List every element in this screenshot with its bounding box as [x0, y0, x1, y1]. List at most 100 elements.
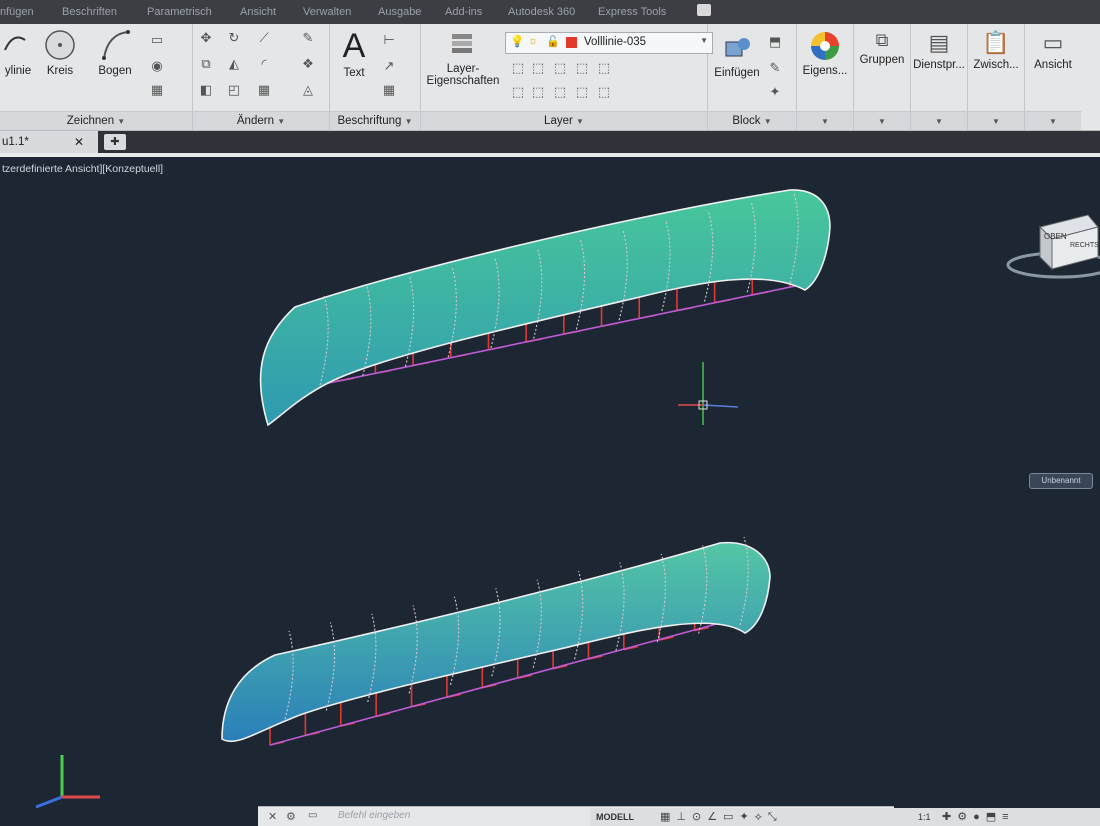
close-icon[interactable]: ✕ — [74, 131, 84, 153]
leader-icon[interactable]: ↗ — [380, 58, 398, 74]
layer-tool-icon[interactable]: ⬚ — [573, 60, 591, 76]
clipboard-icon: 📋 — [982, 30, 1010, 55]
viewcube-top-label: OBEN — [1044, 232, 1067, 241]
rectangle-icon[interactable]: ▭ — [148, 32, 166, 48]
array-icon[interactable]: ▦ — [255, 82, 273, 98]
tab-beschriften[interactable]: Beschriften — [62, 6, 117, 18]
hatch-icon[interactable]: ◉ — [148, 58, 166, 74]
gruppen-button[interactable]: ⧉ Gruppen — [854, 30, 910, 66]
layer-tool-icon[interactable]: ⬚ — [529, 84, 547, 100]
tab-ansicht[interactable]: Ansicht — [240, 6, 276, 18]
panel-title-ansicht[interactable]: ▼ — [1025, 111, 1081, 130]
region-icon[interactable]: ▦ — [148, 82, 166, 98]
layer-tool-icon[interactable]: ⬚ — [595, 84, 613, 100]
text-icon: A — [342, 27, 366, 65]
edit-block-icon[interactable]: ✎ — [766, 60, 784, 76]
lock-icon: 🔓 — [546, 36, 560, 48]
layer-tool-icon[interactable]: ⬚ — [509, 60, 527, 76]
dimension-icon[interactable]: ⊢ — [380, 32, 398, 48]
status-toggle-icons[interactable]: ▦⊥⊙∠▭✦⟡⤡ — [660, 810, 783, 824]
stretch-icon[interactable]: ◧ — [197, 82, 215, 98]
command-input[interactable]: Befehl eingeben — [338, 810, 410, 821]
ribbon: ylinie Kreis Bogen ▭ ◉ ▦ Zeichnen ▼ ✥ ↻ … — [0, 24, 1100, 131]
command-history-icon[interactable]: ▭ — [308, 810, 317, 821]
polyline-icon — [4, 36, 26, 51]
view-icon: ▭ — [1042, 30, 1064, 55]
viewcube[interactable]: OBEN RECHTS — [1006, 214, 1100, 279]
layer-tool-icon[interactable]: ⬚ — [551, 84, 569, 100]
offset-icon[interactable]: ◬ — [299, 82, 317, 98]
layer-tool-icon[interactable]: ⬚ — [595, 60, 613, 76]
drawing-viewport[interactable]: tzerdefinierte Ansicht][Konzeptuell] OBE… — [0, 157, 1100, 826]
panel-title-beschriftung[interactable]: Beschriftung ▼ — [330, 111, 420, 130]
attribute-icon[interactable]: ✦ — [766, 84, 784, 100]
close-icon[interactable]: ✕ — [268, 810, 277, 823]
annotation-scale[interactable]: 1:1 — [918, 812, 931, 822]
workspace-icons[interactable]: ✚⚙●⬒≡ — [942, 810, 1015, 823]
insert-block-icon — [725, 38, 750, 57]
circle-icon — [45, 30, 75, 60]
panel-title-layer[interactable]: Layer ▼ — [421, 111, 707, 130]
explode-icon[interactable]: ❖ — [299, 56, 317, 72]
mirror-icon[interactable]: ◭ — [225, 56, 243, 72]
layer-tool-icon[interactable]: ⬚ — [509, 84, 527, 100]
trim-icon[interactable]: ⟋ — [255, 30, 273, 46]
hull-lower[interactable] — [221, 536, 771, 746]
panel-title-aendern[interactable]: Ändern ▼ — [193, 111, 329, 130]
layer-tool-icon[interactable]: ⬚ — [529, 60, 547, 76]
panel-eigenschaften: Eigens... ▼ — [797, 24, 854, 130]
eigenschaften-button[interactable]: Eigens... — [797, 30, 853, 77]
wcs-menu[interactable]: Unbenannt — [1029, 473, 1093, 489]
layer-dropdown[interactable]: 💡 ☼ 🔓 Volllinie-035 ▼ — [505, 32, 713, 54]
ucs-axis-icon — [35, 755, 100, 809]
calculator-icon: ▤ — [928, 30, 950, 55]
zwischenablage-button[interactable]: 📋 Zwisch... — [968, 30, 1024, 71]
erase-icon[interactable]: ✎ — [299, 30, 317, 46]
panel-title-dienstprogramme[interactable]: ▼ — [911, 111, 967, 130]
tab-verwalten[interactable]: Verwalten — [303, 6, 351, 18]
scale-icon[interactable]: ◰ — [225, 82, 243, 98]
ribbon-minimize-icon[interactable] — [697, 4, 711, 16]
tab-expresstools[interactable]: Express Tools — [598, 6, 666, 18]
new-tab-button[interactable]: ✚ — [104, 134, 126, 150]
text-button[interactable]: A Text — [336, 28, 372, 79]
tab-einfuegen[interactable]: nfügen — [0, 6, 34, 18]
hull-upper[interactable] — [259, 189, 831, 427]
model-tab[interactable]: MODELL — [596, 812, 634, 822]
layer-tool-icon[interactable]: ⬚ — [573, 84, 591, 100]
polyline-button[interactable]: ylinie — [0, 28, 36, 77]
status-bar: MODELL ▦⊥⊙∠▭✦⟡⤡ 1:1 ✚⚙●⬒≡ — [590, 808, 1100, 826]
copy-icon[interactable]: ⧉ — [197, 56, 215, 72]
tab-addins[interactable]: Add-ins — [445, 6, 482, 18]
panel-title-gruppen[interactable]: ▼ — [854, 111, 910, 130]
panel-title-zeichnen[interactable]: Zeichnen ▼ — [0, 111, 192, 130]
einfuegen-button[interactable]: Einfügen — [712, 34, 762, 79]
rotate-icon[interactable]: ↻ — [225, 30, 243, 46]
crosshair-cursor — [678, 362, 739, 425]
panel-beschriftung: A Text ⊢ ↗ ▦ Beschriftung ▼ — [330, 24, 421, 130]
panel-title-block[interactable]: Block ▼ — [708, 111, 796, 130]
lightbulb-icon: 💡 — [510, 36, 525, 48]
layer-properties-button[interactable]: Layer- Eigenschaften — [423, 30, 503, 87]
tab-autodesk360[interactable]: Autodesk 360 — [508, 6, 575, 18]
ansicht-button[interactable]: ▭ Ansicht — [1025, 30, 1081, 71]
document-tab[interactable]: u1.1* ✕ — [0, 131, 98, 153]
wrench-icon[interactable]: ⚙ — [286, 810, 296, 823]
hull-lower-surface — [221, 541, 771, 743]
table-icon[interactable]: ▦ — [380, 82, 398, 98]
document-tab-bar: u1.1* ✕ ✚ — [0, 131, 1100, 153]
create-block-icon[interactable]: ⬒ — [766, 34, 784, 50]
tab-ausgabe[interactable]: Ausgabe — [378, 6, 421, 18]
kreis-button[interactable]: Kreis — [40, 28, 80, 77]
move-icon[interactable]: ✥ — [197, 30, 215, 46]
viewcube-right-label: RECHTS — [1070, 242, 1099, 249]
tab-parametrisch[interactable]: Parametrisch — [147, 6, 212, 18]
layer-tool-icon[interactable]: ⬚ — [551, 60, 569, 76]
dienstprogramme-button[interactable]: ▤ Dienstpr... — [911, 30, 967, 71]
bogen-button[interactable]: Bogen — [92, 28, 138, 77]
panel-block: Einfügen ⬒ ✎ ✦ Block ▼ — [708, 24, 797, 130]
fillet-icon[interactable]: ◜ — [255, 56, 273, 72]
panel-title-eigenschaften[interactable]: ▼ — [797, 111, 853, 130]
ribbon-tab-bar: nfügen Beschriften Parametrisch Ansicht … — [0, 0, 1100, 24]
panel-title-zwischenablage[interactable]: ▼ — [968, 111, 1024, 130]
